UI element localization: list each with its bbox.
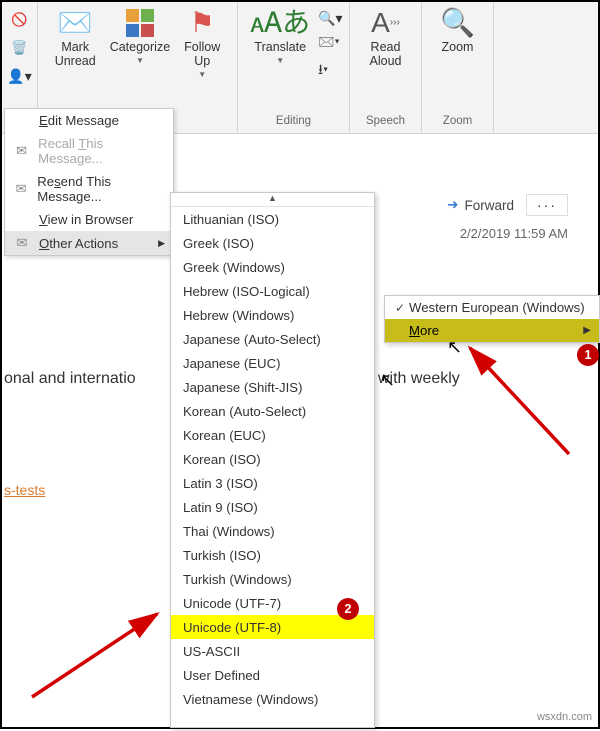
encoding-item[interactable]: Japanese (Shift-JIS) [171,375,374,399]
translate-icon: 🗚あ [250,8,310,38]
encoding-item[interactable]: Latin 3 (ISO) [171,471,374,495]
zoom-icon: 🔍 [440,8,475,38]
encoding-item[interactable]: Hebrew (Windows) [171,303,374,327]
encoding-item[interactable]: Thai (Windows) [171,519,374,543]
related-icon[interactable]: 🖂▾ [318,31,342,55]
menu-item-recall: ✉ Recall This Message... [5,132,173,170]
encoding-more-item[interactable]: More ▶ [385,319,599,342]
resend-icon: ✉ [13,181,29,197]
other-actions-icon: ✉ [13,235,31,251]
encoding-item[interactable]: Japanese (EUC) [171,351,374,375]
mouse-cursor-icon: ↖ [380,370,395,391]
chevron-right-icon: ▶ [583,325,591,336]
menu-item-view-in-browser[interactable]: View in Browser [5,208,173,231]
translate-button[interactable]: 🗚あ Translate ▼ [244,6,316,67]
chevron-down-icon: ▼ [136,56,144,65]
callout-badge-1: 1 [577,344,599,366]
forward-arrow-icon: ➜ [447,197,458,213]
callout-badge-2: 2 [337,598,359,620]
encoding-item[interactable]: Greek (ISO) [171,231,374,255]
encoding-item[interactable]: User Defined [171,663,374,687]
group-label: Editing [276,115,311,131]
encoding-item[interactable]: Korean (EUC) [171,423,374,447]
check-icon: ✓ [391,301,409,315]
categories-icon [126,8,154,38]
recall-icon: ✉ [13,143,30,159]
envelope-icon: ✉️ [58,8,93,38]
message-timestamp: 2/2/2019 11:59 AM [460,226,568,241]
encoding-item[interactable]: Lithuanian (ISO) [171,207,374,231]
ignore-icon[interactable]: 🚫 [11,12,27,28]
encoding-item[interactable]: Korean (ISO) [171,447,374,471]
menu-scroll-up[interactable]: ▲ [171,193,374,207]
menu-item-edit-message[interactable]: Edit Message [5,109,173,132]
encoding-list: Lithuanian (ISO)Greek (ISO)Greek (Window… [171,207,374,727]
encoding-item[interactable]: Turkish (ISO) [171,543,374,567]
categorize-button[interactable]: Categorize ▼ [104,6,176,67]
read-aloud-icon: A››› [371,8,400,38]
group-label: Zoom [443,115,472,131]
encoding-item[interactable]: Japanese (Auto-Select) [171,327,374,351]
mouse-cursor-icon: ↖ [447,337,462,358]
encoding-item[interactable]: Vietnamese (Windows) [171,687,374,711]
encoding-item[interactable]: Greek (Windows) [171,255,374,279]
actions-context-menu: Edit Message ✉ Recall This Message... ✉ … [4,108,174,256]
chevron-right-icon: ▶ [158,238,165,249]
email-body-link-fragment[interactable]: s-tests [4,482,45,498]
encoding-current-item[interactable]: ✓ Western European (Windows) [385,296,599,319]
message-actions: ➜ Forward ··· [447,194,568,216]
encoding-item[interactable]: Turkish (Windows) [171,567,374,591]
encoding-submenu: ✓ Western European (Windows) More ▶ [384,295,600,343]
encoding-item[interactable]: US-ASCII [171,639,374,663]
email-body-fragment: onal and internatio [4,370,136,388]
flag-icon: ⚑ [190,8,215,38]
encoding-menu: ▲ Lithuanian (ISO)Greek (ISO)Greek (Wind… [170,192,375,728]
encoding-item[interactable]: Latin 9 (ISO) [171,495,374,519]
chevron-down-icon: ▼ [198,70,206,79]
mark-unread-button[interactable]: ✉️ Mark Unread [49,6,102,70]
group-label: Speech [366,115,405,131]
menu-item-other-actions[interactable]: ✉ Other Actions ▶ [5,231,173,255]
encoding-item[interactable]: Hebrew (ISO-Logical) [171,279,374,303]
chevron-down-icon: ▼ [276,56,284,65]
read-aloud-button[interactable]: A››› Read Aloud [364,6,408,70]
ribbon-group-editing: 🗚あ Translate ▼ 🔍▾ 🖂▾ ⭳▾ Editing [238,2,350,133]
forward-button[interactable]: ➜ Forward [447,197,514,213]
zoom-button[interactable]: 🔍 Zoom [434,6,481,56]
follow-up-button[interactable]: ⚑ Follow Up ▼ [178,6,226,81]
watermark: wsxdn.com [537,711,592,723]
ribbon-group-zoom: 🔍 Zoom Zoom [422,2,494,133]
menu-item-resend[interactable]: ✉ Resend This Message... [5,170,173,208]
find-icon[interactable]: 🔍▾ [318,10,342,27]
more-actions-button[interactable]: ··· [526,194,568,216]
gear-dropdown-icon[interactable]: 👤▾ [7,68,31,85]
select-icon[interactable]: ⭳▾ [318,59,342,83]
junk-icon[interactable]: 🗑️ [11,40,27,56]
ribbon-group-speech: A››› Read Aloud Speech [350,2,422,133]
encoding-item[interactable]: Korean (Auto-Select) [171,399,374,423]
